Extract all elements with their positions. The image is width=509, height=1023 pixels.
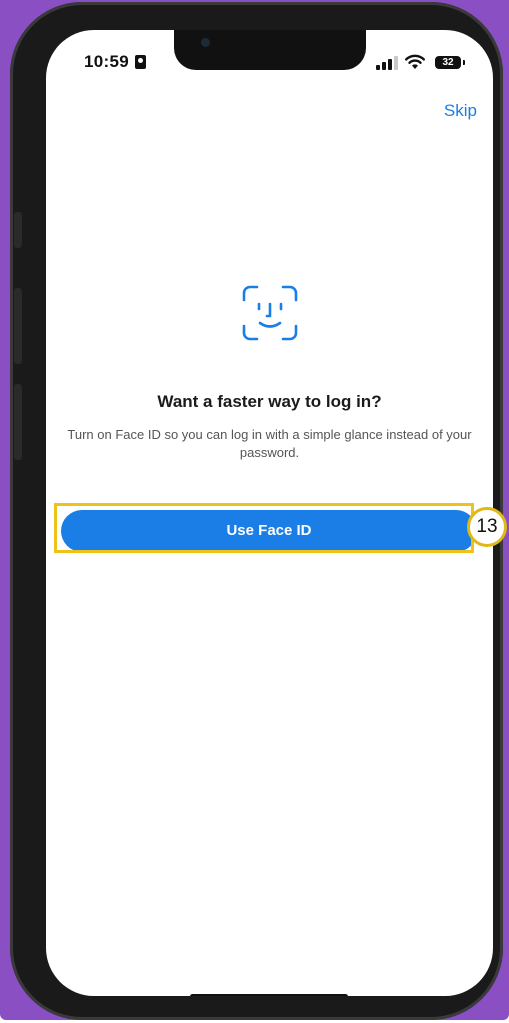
- contact-card-icon: [135, 55, 146, 69]
- volume-down-button: [14, 384, 22, 460]
- mute-switch: [14, 212, 22, 248]
- front-camera: [201, 38, 210, 47]
- notch: [174, 30, 366, 70]
- page-title: Want a faster way to log in?: [157, 392, 382, 411]
- description-text: Turn on Face ID so you can log in with a…: [67, 427, 472, 460]
- step-number-badge: 13: [467, 507, 507, 547]
- status-time: 10:59: [84, 52, 129, 71]
- wifi-icon: [405, 54, 425, 69]
- home-indicator[interactable]: [190, 994, 348, 996]
- battery-icon: 32: [435, 56, 465, 69]
- cellular-signal-icon: [376, 56, 398, 70]
- app-screen: 10:59 32 Skip Want a faster way to log i…: [46, 30, 493, 996]
- volume-up-button: [14, 288, 22, 364]
- skip-button[interactable]: Skip: [444, 101, 477, 121]
- face-id-icon: [242, 285, 298, 341]
- phone-frame: 10:59 32 Skip Want a faster way to log i…: [10, 2, 503, 1020]
- highlight-box: [54, 503, 474, 553]
